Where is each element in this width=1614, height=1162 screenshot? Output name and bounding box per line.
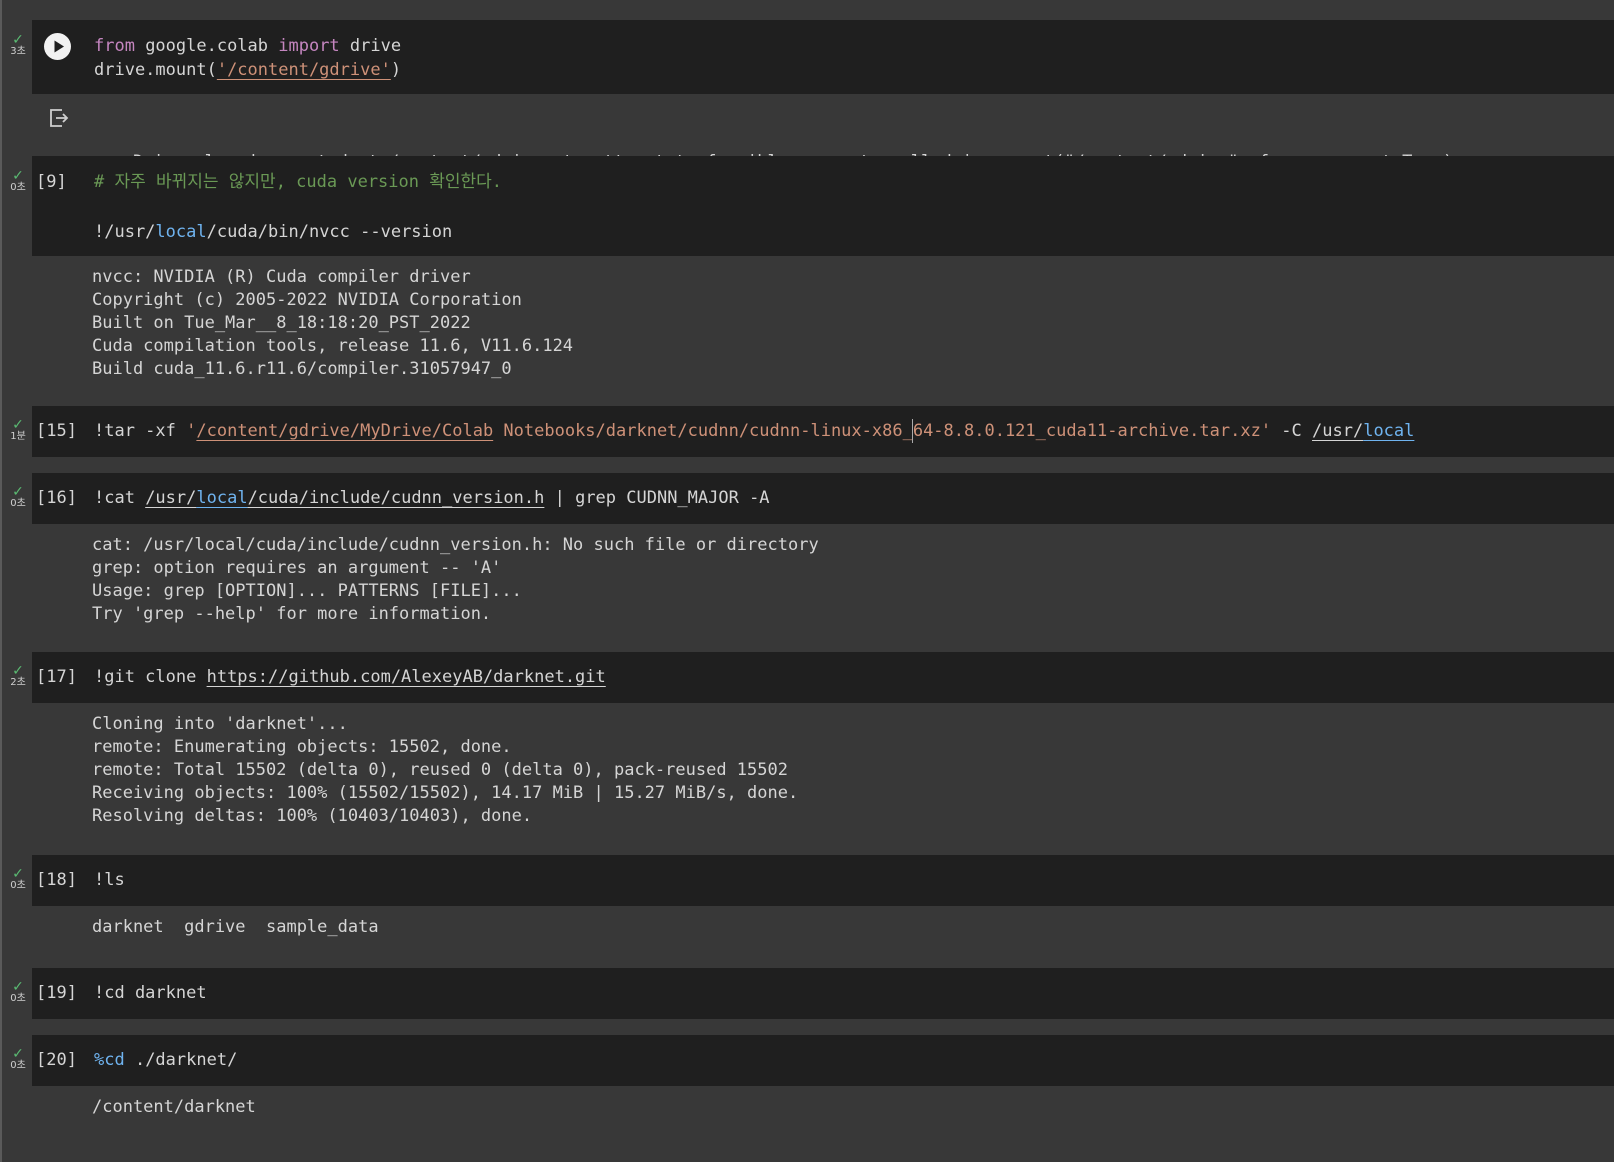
cell-output: Cloning into 'darknet'... remote: Enumer… xyxy=(32,703,1614,855)
output-clear-icon[interactable] xyxy=(48,107,70,129)
execution-status: ✓ 2초 xyxy=(6,663,30,689)
code-cell-tar[interactable]: [15] !tar -xf '/content/gdrive/MyDrive/C… xyxy=(0,406,1614,457)
checkmark-icon: ✓ xyxy=(12,663,24,679)
code-line: %cd ./darknet/ xyxy=(94,1050,238,1070)
code-line: from google.colab import drive xyxy=(94,36,402,56)
code-editor[interactable]: [15] !tar -xf '/content/gdrive/MyDrive/C… xyxy=(32,406,1614,457)
execution-status: ✓ 0초 xyxy=(6,866,30,892)
cell-output: nvcc: NVIDIA (R) Cuda compiler driver Co… xyxy=(32,256,1614,406)
code-editor[interactable]: [20] %cd ./darknet/ xyxy=(32,1035,1614,1086)
github-link[interactable]: https://github.com/AlexeyAB/darknet.git xyxy=(207,667,606,687)
code-editor[interactable]: [18] !ls xyxy=(32,855,1614,906)
code-cell-magic-cd[interactable]: [20] %cd ./darknet/ ✓ 0초 /content/darkne… xyxy=(0,1035,1614,1130)
code-editor[interactable]: [17] !git clone https://github.com/Alexe… xyxy=(32,652,1614,703)
execution-count: [15] xyxy=(36,421,77,441)
code-cell-drive-mount[interactable]: from google.colab import drive drive.mou… xyxy=(0,20,1614,172)
checkmark-icon: ✓ xyxy=(12,168,24,184)
cell-output: /content/darknet xyxy=(32,1086,1614,1130)
code-cell-nvcc[interactable]: [9] # 자주 바뀌지는 않지만, cuda version 확인한다. !/… xyxy=(0,156,1614,406)
execution-status: ✓ 0초 xyxy=(6,484,30,510)
execution-status: ✓ 3초 xyxy=(6,32,30,58)
code-line: !/usr/local/cuda/bin/nvcc --version xyxy=(94,222,453,242)
code-line: !ls xyxy=(94,870,125,890)
execution-count: [9] xyxy=(36,172,67,192)
code-line: !git clone https://github.com/AlexeyAB/d… xyxy=(94,667,606,687)
code-cell-ls[interactable]: [18] !ls ✓ 0초 darknet gdrive sample_data xyxy=(0,855,1614,968)
code-line: !cd darknet xyxy=(94,983,207,1003)
execution-status: ✓ 1분 xyxy=(6,417,30,443)
execution-status: ✓ 0초 xyxy=(6,1046,30,1072)
code-editor[interactable]: [16] !cat /usr/local/cuda/include/cudnn_… xyxy=(32,473,1614,524)
execution-count: [16] xyxy=(36,488,77,508)
execution-status: ✓ 0초 xyxy=(6,168,30,194)
execution-count: [19] xyxy=(36,983,77,1003)
execution-status: ✓ 0초 xyxy=(6,979,30,1005)
code-cell-git-clone[interactable]: [17] !git clone https://github.com/Alexe… xyxy=(0,652,1614,855)
code-editor[interactable]: from google.colab import drive drive.mou… xyxy=(32,20,1614,94)
code-editor[interactable]: [9] # 자주 바뀌지는 않지만, cuda version 확인한다. !/… xyxy=(32,156,1614,256)
code-cell-cd[interactable]: [19] !cd darknet ✓ 0초 xyxy=(0,968,1614,1019)
checkmark-icon: ✓ xyxy=(12,1046,24,1062)
code-line: drive.mount('/content/gdrive') xyxy=(94,60,402,80)
execution-count: [20] xyxy=(36,1050,77,1070)
code-line: !tar -xf '/content/gdrive/MyDrive/Colab … xyxy=(94,419,1415,443)
cell-output: Drive already mounted at /content/gdrive… xyxy=(32,94,1614,172)
code-cell-cat[interactable]: [16] !cat /usr/local/cuda/include/cudnn_… xyxy=(0,473,1614,652)
checkmark-icon: ✓ xyxy=(12,417,24,433)
checkmark-icon: ✓ xyxy=(12,484,24,500)
cell-output: cat: /usr/local/cuda/include/cudnn_versi… xyxy=(32,524,1614,652)
run-cell-button[interactable] xyxy=(44,33,71,60)
code-comment: # 자주 바뀌지는 않지만, cuda version 확인한다. xyxy=(94,172,503,192)
cell-output: darknet gdrive sample_data xyxy=(32,906,1614,968)
execution-count: [17] xyxy=(36,667,77,687)
checkmark-icon: ✓ xyxy=(12,32,24,48)
checkmark-icon: ✓ xyxy=(12,979,24,995)
play-icon xyxy=(54,40,64,53)
code-editor[interactable]: [19] !cd darknet xyxy=(32,968,1614,1019)
code-line: !cat /usr/local/cuda/include/cudnn_versi… xyxy=(94,488,770,508)
execution-count: [18] xyxy=(36,870,77,890)
checkmark-icon: ✓ xyxy=(12,866,24,882)
